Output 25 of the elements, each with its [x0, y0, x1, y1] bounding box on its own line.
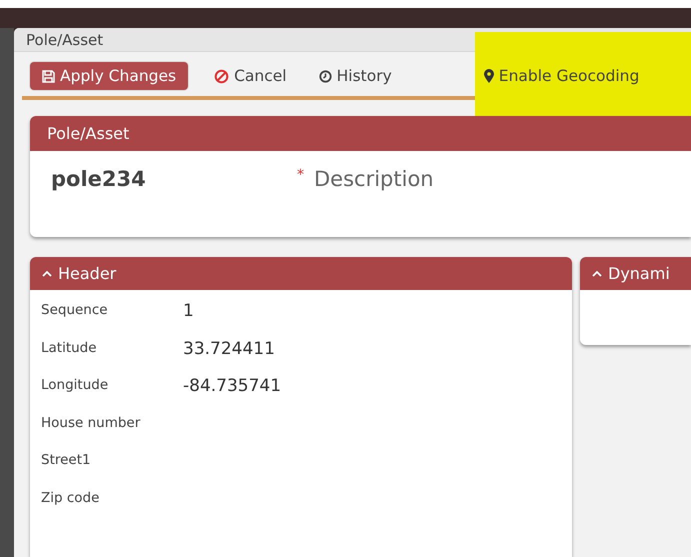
field-label: House number — [41, 414, 142, 432]
toolbar-link[interactable]: Cancel — [208, 63, 293, 89]
toolbar-link[interactable]: Enable Geocoding — [478, 63, 646, 89]
field-label: Latitude — [41, 340, 98, 358]
apply-button[interactable]: Apply Changes — [30, 62, 188, 90]
field-label: Longitude — [41, 377, 110, 395]
field-value: 33.724411 — [183, 340, 276, 360]
required-mark: * — [297, 167, 304, 183]
card-title: Pole/Asset — [47, 124, 130, 143]
cancel-icon — [214, 68, 230, 84]
description-field[interactable]: Description — [314, 167, 614, 191]
section-title[interactable]: Header — [58, 264, 116, 283]
field-value: -84.735741 — [183, 377, 282, 398]
clock-icon — [318, 70, 332, 82]
map-pin-icon — [484, 69, 494, 83]
field-value: 1 — [183, 302, 195, 323]
save-icon — [42, 70, 55, 82]
field-label: Zip code — [41, 490, 100, 508]
field-label: Sequence — [41, 302, 109, 320]
toolbar-link[interactable]: History — [312, 63, 398, 89]
asset-name: pole234 — [51, 167, 147, 191]
caret-up-icon[interactable] — [592, 270, 602, 277]
field-label: Street1 — [41, 452, 92, 470]
section-title[interactable]: Dynami — [608, 264, 670, 283]
caret-up-icon[interactable] — [42, 270, 52, 277]
